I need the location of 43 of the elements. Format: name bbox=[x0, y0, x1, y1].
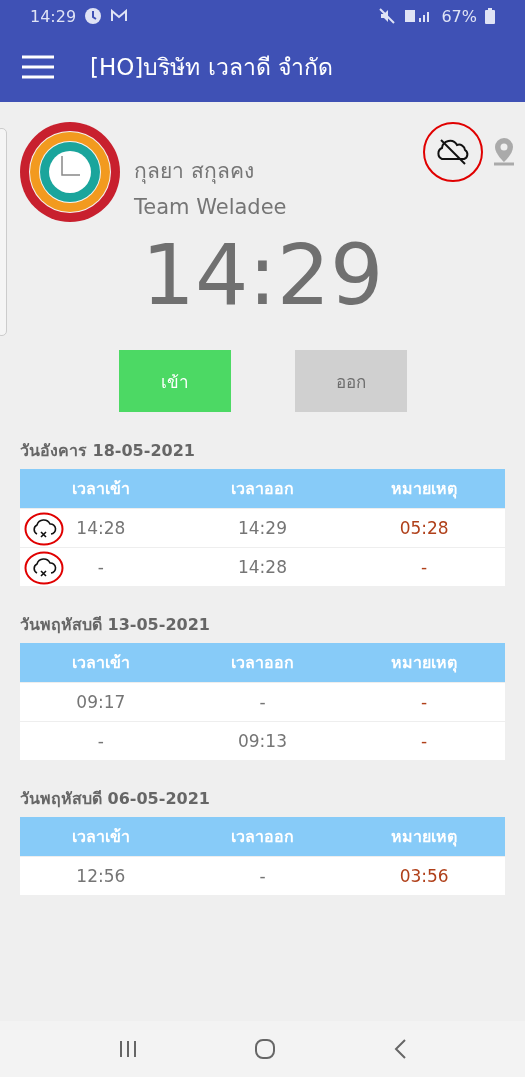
table-cell: - bbox=[259, 692, 266, 712]
recent-apps-icon[interactable] bbox=[118, 1039, 139, 1059]
back-icon[interactable] bbox=[392, 1038, 407, 1060]
column-header: เวลาออก bbox=[230, 478, 295, 500]
mute-icon bbox=[379, 8, 396, 24]
cloud-off-icon[interactable] bbox=[423, 122, 483, 182]
team-name: Team Weladee bbox=[134, 195, 288, 219]
check-in-button[interactable]: เข้า bbox=[118, 350, 231, 412]
table-cell: 14:28 bbox=[76, 518, 126, 538]
window-title: [HO]บริษัท เวลาดี จำกัด bbox=[90, 53, 333, 82]
table-cell: - bbox=[421, 731, 428, 751]
current-time: 14:29 bbox=[140, 226, 385, 324]
table-cell: 09:17 bbox=[76, 692, 126, 712]
column-header: เวลาเข้า bbox=[70, 826, 131, 848]
menu-icon[interactable] bbox=[22, 55, 54, 79]
day-heading: วันพฤหัสบดี 13-05-2021 bbox=[20, 614, 211, 636]
table-cell: 03:56 bbox=[399, 866, 449, 886]
table-cell: - bbox=[421, 557, 428, 577]
column-header: หมายเหตุ bbox=[390, 826, 459, 849]
table-cell: 09:13 bbox=[238, 731, 287, 751]
table-cell: 12:56 bbox=[76, 866, 126, 886]
column-header: หมายเหตุ bbox=[390, 478, 459, 501]
column-header: เวลาออก bbox=[230, 826, 295, 848]
battery-percent: 67% bbox=[441, 6, 477, 26]
day-heading: วันอังคาร 18-05-2021 bbox=[20, 440, 196, 462]
table-cell: 14:29 bbox=[238, 518, 287, 538]
mail-icon bbox=[110, 9, 129, 23]
table-cell: - bbox=[97, 731, 104, 751]
day-heading: วันพฤหัสบดี 06-05-2021 bbox=[20, 788, 211, 810]
battery-icon bbox=[485, 8, 495, 24]
status-time: 14:29 bbox=[30, 6, 77, 26]
table-cell: - bbox=[259, 866, 266, 886]
home-icon[interactable] bbox=[254, 1038, 277, 1060]
user-name: กุลยา สกุลคง bbox=[134, 158, 255, 186]
table-cell: 14:28 bbox=[238, 557, 287, 577]
table-cell: - bbox=[421, 692, 428, 712]
column-header: หมายเหตุ bbox=[390, 652, 459, 675]
table-cell: 05:28 bbox=[399, 518, 449, 538]
column-header: เวลาเข้า bbox=[70, 652, 131, 674]
table-cell: - bbox=[97, 557, 104, 577]
column-header: เวลาเข้า bbox=[70, 478, 131, 500]
logo-icon bbox=[20, 122, 120, 222]
column-header: เวลาออก bbox=[230, 652, 295, 674]
